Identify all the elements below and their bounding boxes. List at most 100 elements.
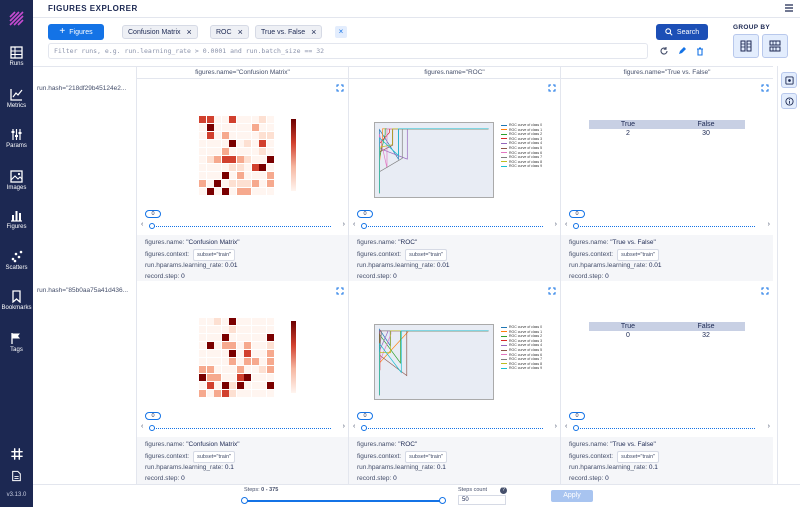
close-icon[interactable]: ×	[311, 27, 316, 37]
sidebar-item-figures[interactable]: Figures	[0, 209, 33, 249]
info-label: figures.context:	[145, 452, 190, 460]
heatmap-cell	[214, 180, 221, 187]
heatmap-cell	[229, 326, 236, 333]
apply-button[interactable]: Apply	[551, 490, 593, 502]
heatmap-cell	[244, 318, 251, 325]
group-by-columns-button[interactable]	[733, 34, 759, 58]
sidebar-item-bookmarks[interactable]: Bookmarks	[0, 290, 33, 330]
info-label: run.hparams.learning_rate:	[145, 262, 224, 269]
roc-curve	[379, 128, 489, 194]
step-slider[interactable]	[575, 226, 755, 227]
heatmap-cell	[236, 116, 244, 123]
sidebar-item-tags[interactable]: Tags	[0, 332, 33, 372]
help-icon[interactable]: ?	[500, 487, 507, 494]
heatmap-cell	[221, 342, 229, 349]
sidebar-item-runs[interactable]: Runs	[0, 46, 33, 86]
filter-query-input[interactable]: Filter runs, e.g. run.learning_rate > 0.…	[48, 43, 648, 59]
expand-icon[interactable]	[548, 287, 556, 295]
heatmap-cell	[266, 156, 274, 163]
figure-info: figures.name: "True vs. False" figures.c…	[561, 437, 773, 484]
close-icon[interactable]: ×	[238, 27, 243, 37]
aim-logo-icon[interactable]	[8, 10, 25, 27]
chevron-right-icon[interactable]: ›	[343, 221, 345, 228]
chip-label: ROC	[216, 28, 232, 36]
step-slider[interactable]	[151, 428, 331, 429]
expand-icon[interactable]	[761, 287, 769, 295]
heatmap-cell	[221, 124, 229, 131]
chevron-left-icon[interactable]: ‹	[141, 221, 143, 228]
close-icon[interactable]: ×	[187, 27, 192, 37]
expand-icon[interactable]	[336, 287, 344, 295]
info-button[interactable]	[781, 93, 797, 109]
roc-curve	[379, 128, 489, 194]
legend-swatch	[501, 358, 507, 360]
heatmap-cell	[259, 124, 266, 131]
heatmap-cell	[199, 334, 206, 341]
chevron-left-icon[interactable]: ‹	[141, 423, 143, 430]
expand-icon[interactable]	[761, 84, 769, 92]
figure-settings-button[interactable]	[781, 72, 797, 88]
edit-icon[interactable]	[677, 46, 687, 56]
info-label: figures.name:	[569, 239, 609, 246]
chevron-right-icon[interactable]: ›	[343, 423, 345, 430]
sidebar-item-scatters[interactable]: Scatters	[0, 250, 33, 290]
heatmap-cell	[221, 358, 229, 365]
chevron-right-icon[interactable]: ›	[555, 221, 557, 228]
heatmap-cell	[199, 326, 206, 333]
slack-button[interactable]	[0, 447, 33, 465]
sidebar-item-params[interactable]: Params	[0, 128, 33, 168]
sidebar-item-label: Bookmarks	[1, 305, 32, 311]
step-slider[interactable]	[363, 428, 543, 429]
refresh-icon[interactable]	[659, 46, 669, 56]
chevron-right-icon[interactable]: ›	[768, 423, 770, 430]
expand-icon[interactable]	[548, 84, 556, 92]
heatmap-cell	[251, 326, 259, 333]
steps-range-min-knob[interactable]	[241, 497, 248, 504]
chevron-right-icon[interactable]: ›	[555, 423, 557, 430]
search-button[interactable]: Search	[656, 24, 708, 40]
context-chip: subset="train"	[617, 248, 660, 261]
heatmap-cell	[199, 164, 206, 171]
step-slider[interactable]	[575, 428, 755, 429]
sidebar-item-images[interactable]: Images	[0, 170, 33, 210]
steps-count-label: Steps count	[458, 487, 488, 493]
heatmap-cell	[199, 342, 206, 349]
heatmap-cell	[251, 124, 259, 131]
expand-icon[interactable]	[336, 84, 344, 92]
step-slider-knob[interactable]	[149, 223, 155, 229]
info-value: "True vs. False"	[610, 441, 656, 448]
heatmap-cell	[251, 374, 259, 381]
heatmap-cell	[259, 156, 266, 163]
chevron-left-icon[interactable]: ‹	[353, 221, 355, 228]
steps-range-slider[interactable]	[244, 500, 444, 502]
clear-all-chips-button[interactable]: ×	[335, 26, 347, 38]
chevron-left-icon[interactable]: ‹	[353, 423, 355, 430]
heatmap-cell	[251, 156, 259, 163]
trash-icon[interactable]	[695, 46, 705, 56]
heatmap-cell	[236, 350, 244, 357]
group-by-rows-button[interactable]	[762, 34, 788, 58]
menu-icon[interactable]	[784, 3, 794, 13]
step-slider-knob[interactable]	[361, 223, 367, 229]
info-label: run.hparams.learning_rate:	[569, 262, 648, 269]
steps-range-max-knob[interactable]	[439, 497, 446, 504]
legend-label: ROC curve of class 6	[509, 150, 543, 155]
add-figures-button[interactable]: + Figures	[48, 24, 104, 40]
chevron-right-icon[interactable]: ›	[768, 221, 770, 228]
heatmap-cell	[214, 326, 221, 333]
figure-info: figures.name: "ROC" figures.context: subs…	[349, 235, 560, 281]
step-slider-knob[interactable]	[149, 425, 155, 431]
search-icon	[665, 28, 673, 36]
chevron-left-icon[interactable]: ‹	[565, 221, 567, 228]
chevron-left-icon[interactable]: ‹	[565, 423, 567, 430]
step-slider-knob[interactable]	[361, 425, 367, 431]
docs-button[interactable]	[0, 469, 33, 487]
sidebar-item-metrics[interactable]: Metrics	[0, 88, 33, 128]
step-slider[interactable]	[151, 226, 331, 227]
heatmap-cell	[236, 124, 244, 131]
step-slider[interactable]	[363, 226, 543, 227]
steps-count-input[interactable]: 50	[458, 495, 506, 505]
heatmap-cell	[266, 382, 274, 389]
step-slider-knob[interactable]	[573, 425, 579, 431]
step-slider-knob[interactable]	[573, 223, 579, 229]
